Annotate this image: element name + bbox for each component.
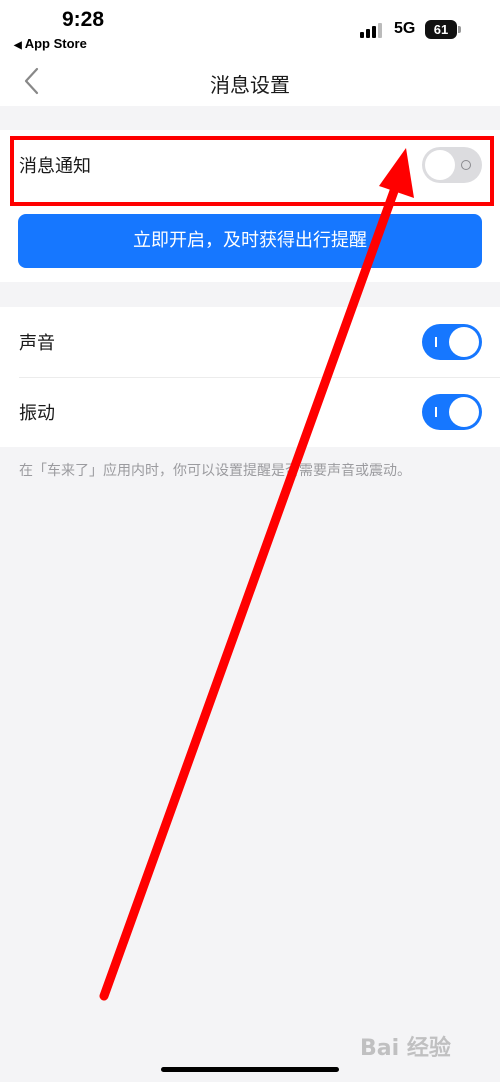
nav-bar: 消息设置 xyxy=(0,56,500,106)
back-to-app-link[interactable]: ◀ App Store xyxy=(14,36,87,51)
page-title: 消息设置 xyxy=(210,73,290,97)
sound-label: 声音 xyxy=(19,333,55,354)
toggle-knob xyxy=(449,397,479,427)
toggle-knob xyxy=(449,327,479,357)
enable-notifications-button[interactable]: 立即开启，及时获得出行提醒 xyxy=(18,214,482,268)
toggle-off-indicator-icon xyxy=(461,160,471,170)
vibration-row: 振动 xyxy=(0,377,500,447)
battery-icon: 61 xyxy=(425,20,457,39)
signal-icon xyxy=(360,22,382,38)
vibration-toggle[interactable] xyxy=(422,394,482,430)
settings-hint-text: 在「车来了」应用内时，你可以设置提醒是否需要声音或震动。 xyxy=(19,463,411,479)
watermark-logo: Bai 经验 xyxy=(360,1036,451,1061)
back-app-label: App Store xyxy=(24,36,87,51)
battery-cap xyxy=(458,26,461,33)
back-triangle-icon: ◀ xyxy=(14,40,22,51)
sound-vibration-section: 声音 振动 xyxy=(0,307,500,447)
network-type: 5G xyxy=(394,20,416,37)
home-indicator[interactable] xyxy=(161,1067,339,1072)
toggle-knob xyxy=(425,150,455,180)
status-time: 9:28 xyxy=(62,8,105,31)
sound-toggle[interactable] xyxy=(422,324,482,360)
notification-row: 消息通知 xyxy=(0,130,500,200)
toggle-on-indicator-icon xyxy=(435,337,437,347)
vibration-label: 振动 xyxy=(19,403,55,424)
sound-row: 声音 xyxy=(0,307,500,377)
battery-level: 61 xyxy=(433,22,449,37)
notification-label: 消息通知 xyxy=(19,156,91,177)
status-bar: 9:28 ◀ App Store 5G 61 xyxy=(0,0,500,56)
notification-toggle[interactable] xyxy=(422,147,482,183)
toggle-on-indicator-icon xyxy=(435,407,437,417)
